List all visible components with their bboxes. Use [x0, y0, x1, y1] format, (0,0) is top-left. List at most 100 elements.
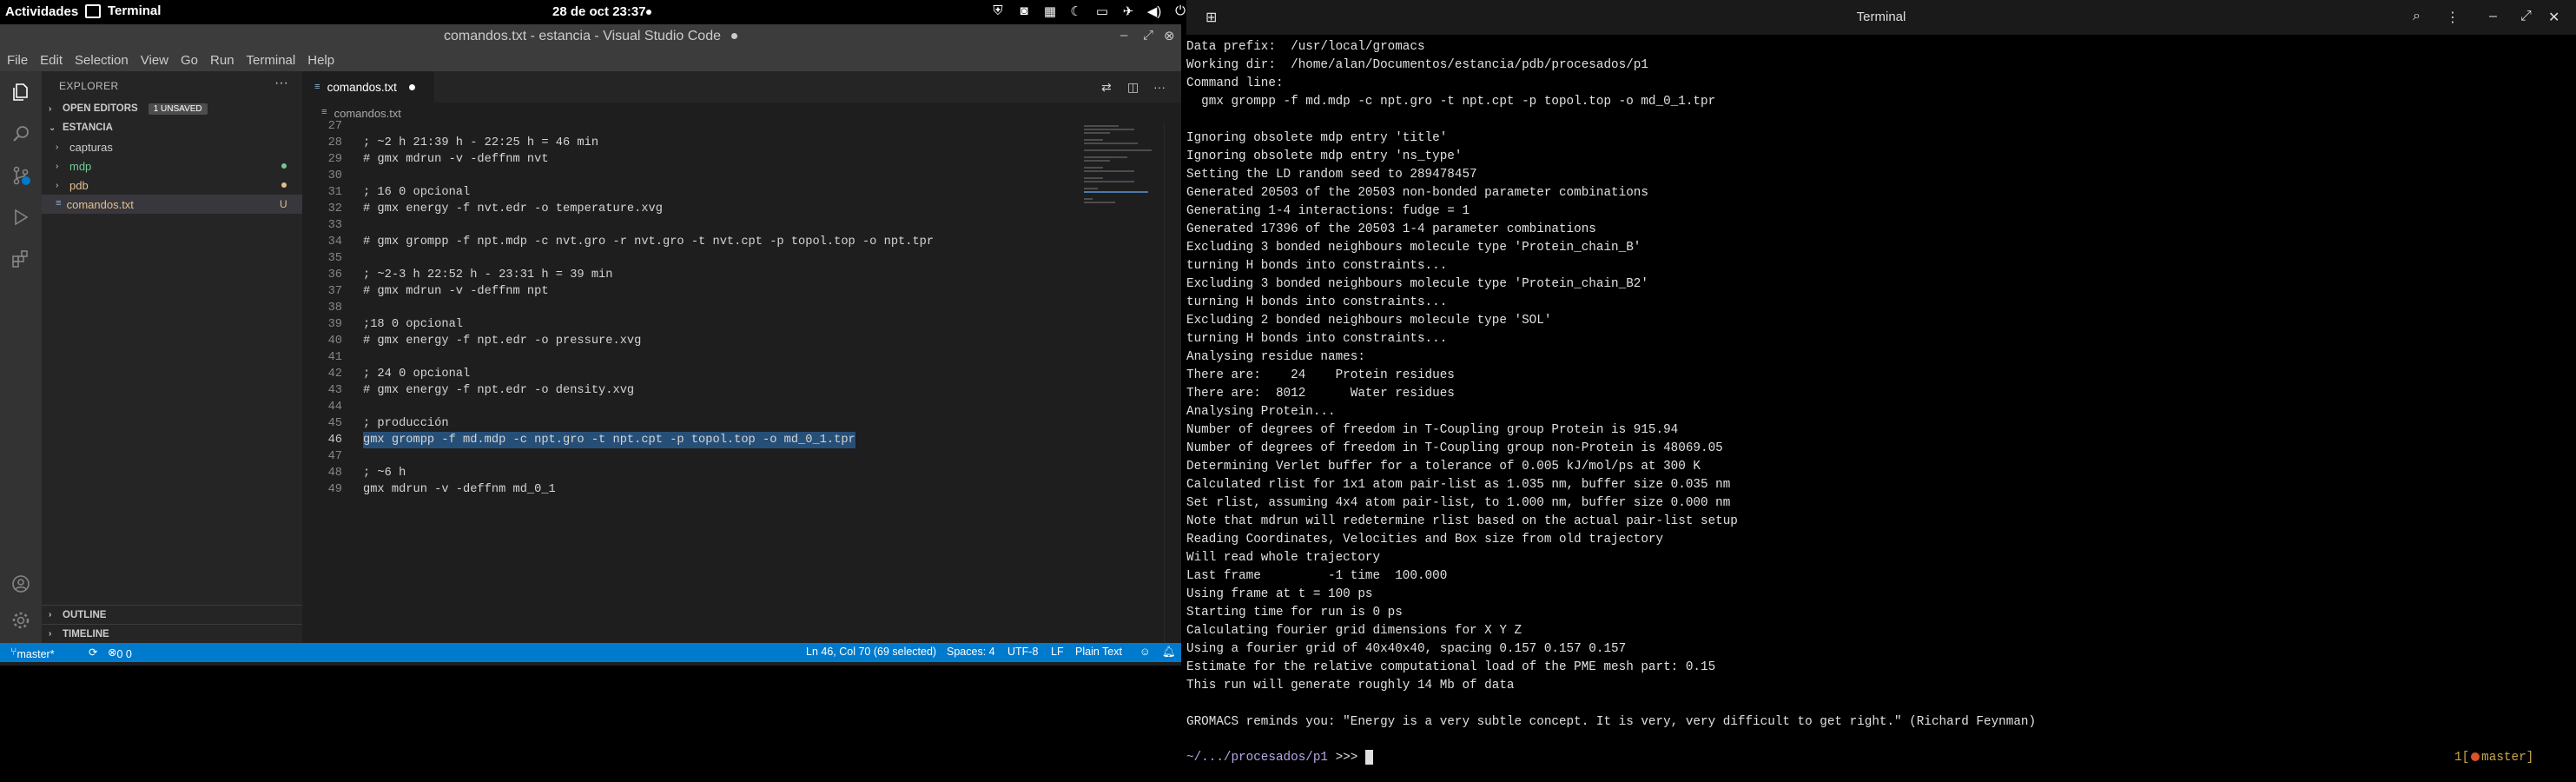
volume-icon[interactable]: ◀) [1146, 3, 1162, 19]
minimize-icon[interactable]: – [2489, 9, 2497, 24]
problems-status[interactable]: ⊗ 0 0 [108, 646, 132, 660]
terminal-output[interactable]: Data prefix: /usr/local/gromacs Working d… [1186, 35, 2576, 782]
tree-item-mdp[interactable]: › mdp [42, 156, 302, 176]
display-icon[interactable]: ▭ [1094, 3, 1110, 19]
editor-scrollbar[interactable] [1164, 123, 1176, 643]
notifications-bell-icon[interactable]: 🔔︎ [1162, 646, 1176, 659]
terminal-line: Generated 20503 of the 20503 non-bonded … [1186, 186, 1648, 200]
explorer-header: EXPLORER [59, 80, 119, 92]
explorer-sidebar: EXPLORER ··· › OPEN EDITORS 1 UNSAVED ⌄ … [42, 71, 302, 643]
terminal-line: Generated 17396 of the 20503 1-4 paramet… [1186, 222, 1596, 236]
activities-button[interactable]: Actividades [5, 4, 78, 19]
terminal-line: There are: 24 Protein residues [1186, 368, 1455, 382]
menu-file[interactable]: File [7, 53, 28, 68]
code-editor[interactable]: 27 28; ~2 h 21:39 h - 22:25 h = 46 min 2… [302, 120, 1181, 643]
terminal-window: ⊞ Terminal ⌕ ⋮ – ⤢ ✕ Data prefix: /usr/l… [1186, 0, 2576, 782]
search-icon[interactable]: ⌕ [2413, 9, 2421, 24]
app-menu[interactable]: Terminal [85, 3, 161, 18]
source-control-icon[interactable] [10, 165, 31, 186]
close-icon[interactable]: ⊗ [1164, 28, 1175, 43]
notification-dot-icon [646, 10, 651, 15]
account-icon[interactable] [10, 573, 31, 594]
split-editor-icon[interactable]: ◫ [1127, 80, 1139, 95]
git-untracked-mark: U [280, 198, 287, 210]
timeline-section[interactable]: › TIMELINE [42, 624, 302, 643]
terminal-line: turning H bonds into constraints... [1186, 259, 1448, 273]
terminal-line: turning H bonds into constraints... [1186, 332, 1448, 346]
sync-icon[interactable]: ⟳ [89, 646, 97, 659]
chevron-right-icon: › [56, 161, 59, 171]
chevron-right-icon: › [49, 610, 52, 620]
menu-edit[interactable]: Edit [40, 53, 63, 68]
text-file-icon: ≡ [314, 82, 320, 93]
encoding-status[interactable]: UTF-8 [1007, 646, 1038, 658]
menu-go[interactable]: Go [181, 53, 198, 68]
tree-item-comandos-txt[interactable]: ≡ comandos.txt U [42, 195, 302, 214]
terminal-line: Excluding 3 bonded neighbours molecule t… [1186, 241, 1641, 255]
chevron-right-icon: › [56, 180, 59, 190]
maximize-icon[interactable]: ⤢ [1143, 28, 1153, 43]
code-line: 43 # gmx energy -f npt.edr -o density.xvg [327, 384, 635, 397]
vscode-window: comandos.txt - estancia - Visual Studio … [0, 24, 1181, 666]
open-changes-icon[interactable]: ⇄ [1101, 80, 1112, 95]
menu-help[interactable]: Help [307, 53, 334, 68]
minimap[interactable] [1084, 125, 1152, 212]
close-icon[interactable]: ✕ [2548, 9, 2559, 26]
airplane-icon[interactable]: ✈ [1120, 3, 1136, 19]
terminal-title: Terminal [1856, 10, 1906, 24]
run-debug-icon[interactable] [10, 207, 31, 228]
prompt-path: ~/.../procesados/p1 [1186, 751, 1329, 765]
git-status-dot-icon [281, 163, 287, 169]
prompt-symbol: >>> [1328, 751, 1365, 765]
tree-item-pdb[interactable]: › pdb [42, 176, 302, 195]
shield-icon[interactable]: ⛨ [990, 3, 1006, 19]
cursor-position-status[interactable]: Ln 46, Col 70 (69 selected) [806, 646, 936, 658]
more-actions-icon[interactable]: ··· [274, 76, 288, 91]
search-icon[interactable] [10, 123, 31, 144]
terminal-line: Excluding 2 bonded neighbours molecule t… [1186, 314, 1552, 328]
settings-gear-icon[interactable] [10, 610, 31, 631]
indentation-status[interactable]: Spaces: 4 [947, 646, 995, 658]
color-apps-icon[interactable]: ▦ [1042, 3, 1058, 19]
vscode-titlebar[interactable]: comandos.txt - estancia - Visual Studio … [0, 24, 1181, 49]
code-line: 30 [327, 169, 342, 182]
night-light-icon[interactable]: ☾ [1068, 3, 1084, 19]
language-mode-status[interactable]: Plain Text [1075, 646, 1122, 658]
terminal-line: This run will generate roughly 14 Mb of … [1186, 679, 1515, 693]
system-tray[interactable]: ⛨ ◙ ▦ ☾ ▭ ✈ ◀) ⏻ ▮ [990, 3, 1214, 19]
tree-item-capturas[interactable]: › capturas [42, 137, 302, 156]
terminal-line: Calculated rlist for 1x1 atom pair-list … [1186, 478, 1731, 492]
terminal-line: Number of degrees of freedom in T-Coupli… [1186, 441, 1723, 455]
terminal-line: Command line: [1186, 76, 1284, 90]
hamburger-menu-icon[interactable]: ⋮ [2446, 9, 2460, 26]
git-branch-status[interactable]: ⑂ master* [10, 646, 55, 660]
more-actions-icon[interactable]: ··· [1153, 80, 1166, 94]
unsaved-dot-icon[interactable] [408, 84, 415, 90]
minimize-icon[interactable]: – [1120, 28, 1127, 43]
menu-selection[interactable]: Selection [75, 53, 129, 68]
outline-section[interactable]: › OUTLINE [42, 605, 302, 624]
outline-label: OUTLINE [63, 609, 107, 620]
discord-icon[interactable]: ◙ [1016, 3, 1032, 19]
clock[interactable]: 28 de oct 23:37 [552, 4, 646, 19]
prompt-git-branch: 1[master] [2454, 749, 2533, 767]
eol-status[interactable]: LF [1051, 646, 1064, 658]
chevron-right-icon: › [49, 629, 52, 639]
menu-terminal[interactable]: Terminal [247, 53, 296, 68]
terminal-headerbar[interactable]: ⊞ Terminal ⌕ ⋮ – ⤢ ✕ [1186, 0, 2576, 35]
extensions-icon[interactable] [10, 249, 31, 269]
shell-prompt[interactable]: ~/.../procesados/p1 >>> [1186, 749, 1373, 767]
code-line: 45; producción [327, 417, 449, 430]
menu-run[interactable]: Run [210, 53, 234, 68]
feedback-icon[interactable]: ☺ [1139, 646, 1151, 658]
maximize-icon[interactable]: ⤢ [2520, 9, 2532, 24]
tab-comandos-txt[interactable]: ≡ comandos.txt [302, 71, 434, 103]
open-editors-section[interactable]: › OPEN EDITORS 1 UNSAVED [42, 99, 302, 118]
timeline-label: TIMELINE [63, 628, 109, 640]
code-line: 33 [327, 219, 342, 232]
explorer-icon[interactable] [10, 82, 31, 103]
folder-section-estancia[interactable]: ⌄ ESTANCIA [42, 118, 302, 137]
menu-view[interactable]: View [141, 53, 168, 68]
terminal-line: Working dir: /home/alan/Documentos/estan… [1186, 58, 1648, 72]
terminal-line: turning H bonds into constraints... [1186, 295, 1448, 309]
